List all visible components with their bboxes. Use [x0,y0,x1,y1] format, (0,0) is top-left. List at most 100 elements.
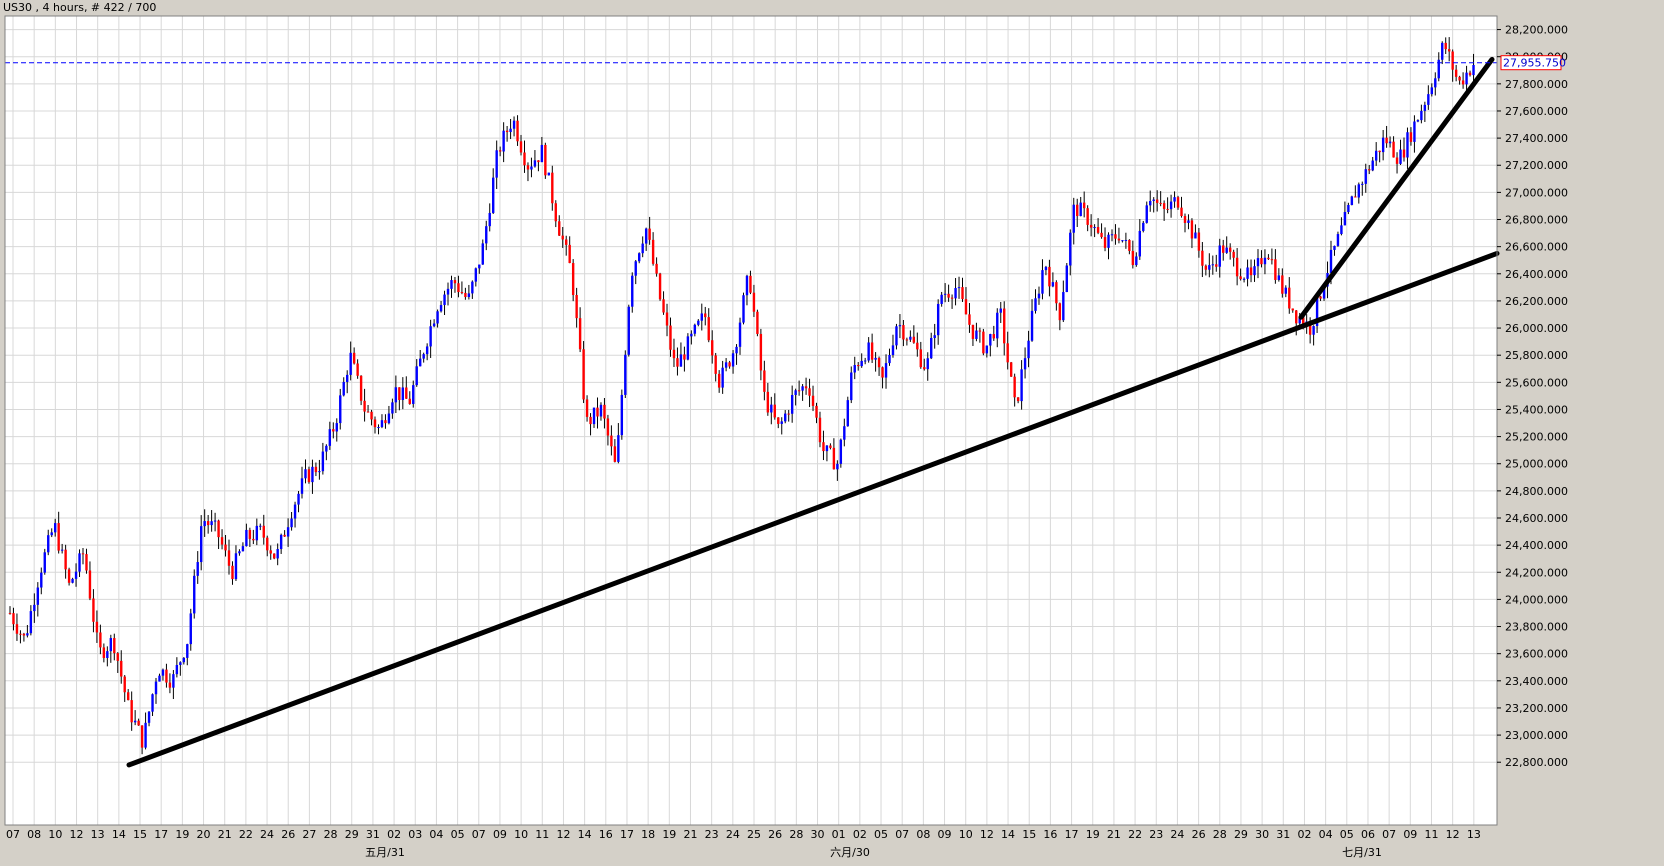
x-tick-label: 04 [429,828,443,841]
candle-body [853,365,856,373]
candle-body [745,275,749,296]
candle-body [985,345,989,354]
candle-body [213,520,217,522]
candle-body [245,529,248,547]
candle-body [547,172,551,176]
x-tick-label: 24 [1170,828,1184,841]
x-tick-label: 12 [1446,828,1460,841]
candle-body [544,144,547,176]
candle-body [199,526,203,563]
candle-body [884,363,888,378]
candle-body [1027,340,1030,359]
candle-body [1468,72,1472,76]
x-tick-label: 20 [197,828,211,841]
y-tick-label: 27,600.000 [1505,105,1568,118]
x-tick-label: 14 [112,828,126,841]
x-tick-label: 17 [154,828,168,841]
candle-body [1082,202,1086,209]
candle-body [1110,234,1114,236]
candle-body [182,657,186,663]
candle-body [8,612,12,614]
candle-body [398,387,401,401]
candle-body [860,360,863,367]
candle-body [64,549,67,570]
candle-body [1232,251,1235,258]
candle-body [638,253,641,262]
candle-body [328,429,332,446]
candle-body [1441,42,1444,60]
candle-body [1402,149,1406,158]
candle-body [147,711,151,723]
candle-body [516,120,519,142]
candle-body [224,544,227,551]
candle-body [193,575,196,614]
candle-body [1197,232,1201,251]
candle-body [356,363,359,376]
x-tick-label: 10 [514,828,528,841]
y-tick-label: 24,600.000 [1505,512,1568,525]
candle-body [1003,308,1006,344]
candle-body [314,466,318,473]
x-tick-label: 08 [916,828,930,841]
candle-body [297,493,300,505]
candle-body [1461,80,1465,85]
candle-body [325,445,328,452]
x-tick-label: 21 [683,828,697,841]
candle-body [1135,256,1138,266]
x-tick-label: 15 [133,828,147,841]
candle-body [227,550,231,566]
candle-body [766,391,770,413]
x-tick-label: 07 [895,828,909,841]
candle-body [505,130,509,133]
candle-body [401,387,405,401]
candle-body [790,394,794,414]
candle-body [571,263,575,295]
candle-body [738,322,742,347]
candle-body [895,326,898,346]
candle-body [1107,234,1110,248]
candle-body [36,587,40,605]
candle-body [471,281,474,294]
candle-body [363,400,366,412]
candle-body [975,330,978,339]
candle-body [377,426,380,428]
candle-body [565,239,568,245]
candle-body [1020,369,1023,402]
candle-body [679,354,683,367]
candle-body [1246,267,1249,279]
candle-body [1086,208,1089,225]
x-tick-label: 21 [1107,828,1121,841]
candle-body [651,239,655,264]
candle-body [276,549,279,559]
candle-body [1013,376,1016,398]
candle-body [1333,245,1336,250]
candle-body [1048,266,1051,287]
x-tick-label: 26 [768,828,782,841]
candle-body [773,404,776,418]
candle-body [1228,247,1232,252]
candle-body [676,358,679,367]
candle-body [151,694,154,712]
candle-body [1023,358,1027,370]
candle-body [585,399,589,417]
candle-body [599,404,603,417]
x-tick-label: 31 [1276,828,1290,841]
candle-body [999,308,1002,313]
y-tick-label: 24,200.000 [1505,566,1568,579]
candle-body [519,141,523,153]
candle-body [1208,265,1211,270]
candle-body [930,337,933,359]
candle-body [1006,343,1009,363]
candle-body [940,294,943,304]
candle-body [1173,197,1176,202]
x-tick-label: 05 [1340,828,1354,841]
candle-body [1284,287,1288,294]
x-tick-label: 07 [6,828,20,841]
candle-body [1218,245,1221,267]
candle-body [123,676,126,693]
candle-body [384,420,387,424]
candle-body [512,120,516,129]
candle-body [1152,199,1155,201]
candle-body [971,324,975,339]
candle-body [655,263,658,274]
